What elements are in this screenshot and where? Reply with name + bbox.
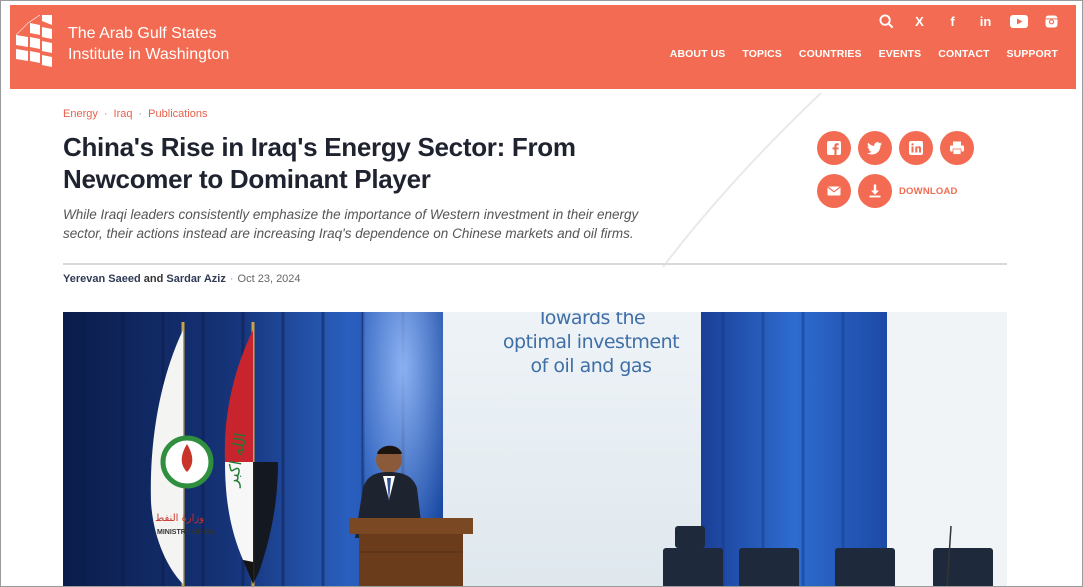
breadcrumb-separator: ·: [103, 108, 108, 120]
nav-countries[interactable]: COUNTRIES: [799, 48, 862, 60]
decorative-arc: [662, 92, 822, 268]
banner-line2: optimal investment: [502, 331, 680, 353]
byline-separator: ·: [229, 273, 234, 285]
page: The Arab Gulf States Institute in Washin…: [0, 0, 1083, 587]
twitter-share-icon: [867, 142, 882, 155]
print-button[interactable]: [940, 131, 974, 165]
nav-contact[interactable]: CONTACT: [938, 48, 989, 60]
facebook-share-icon: [827, 141, 841, 155]
twitter-share-button[interactable]: [858, 131, 892, 165]
site-title[interactable]: The Arab Gulf States Institute in Washin…: [68, 23, 229, 65]
linkedin-share-button[interactable]: [899, 131, 933, 165]
linkedin-icon[interactable]: in: [969, 10, 1002, 32]
breadcrumb-iraq[interactable]: Iraq: [114, 108, 133, 120]
download-button[interactable]: [858, 174, 892, 208]
breadcrumb-separator: ·: [138, 108, 143, 120]
nav-about-us[interactable]: ABOUT US: [670, 48, 726, 60]
article-subtitle: While Iraqi leaders consistently emphasi…: [63, 205, 703, 243]
article-subtitle-line1: While Iraqi leaders consistently emphasi…: [63, 207, 639, 222]
svg-text:وزارة النفط: وزارة النفط: [155, 513, 204, 524]
author-link[interactable]: Sardar Aziz: [166, 273, 226, 285]
breadcrumb: Energy · Iraq · Publications: [63, 108, 208, 120]
hero-image: الله اكبر وزارة النفط MINISTRY OF OIL To…: [63, 312, 1007, 586]
instagram-icon[interactable]: [1035, 10, 1068, 32]
byline: Yerevan Saeed and Sardar Aziz · Oct 23, 20…: [63, 273, 301, 285]
email-share-button[interactable]: [817, 174, 851, 208]
site-header: The Arab Gulf States Institute in Washin…: [10, 5, 1076, 89]
banner-line1: Towards the: [536, 312, 646, 329]
nav-events[interactable]: EVENTS: [879, 48, 922, 60]
article-subtitle-line2: sector, their actions instead are increa…: [63, 226, 634, 241]
site-title-line2: Institute in Washington: [68, 46, 230, 63]
article-title-line2: Newcomer to Dominant Player: [63, 164, 431, 194]
nav-support[interactable]: SUPPORT: [1007, 48, 1058, 60]
facebook-icon[interactable]: f: [936, 10, 969, 32]
article-title-line1: China's Rise in Iraq's Energy Sector: Fr…: [63, 132, 576, 162]
facebook-share-button[interactable]: [817, 131, 851, 165]
breadcrumb-energy[interactable]: Energy: [63, 108, 98, 120]
byline-and: and: [143, 273, 164, 285]
breadcrumb-publications[interactable]: Publications: [148, 108, 207, 120]
author-link[interactable]: Yerevan Saeed: [63, 273, 141, 285]
nav-topics[interactable]: TOPICS: [742, 48, 782, 60]
print-icon: [950, 141, 964, 155]
logo-icon[interactable]: [12, 11, 58, 75]
email-icon: [827, 186, 841, 196]
hero-banner-text: Towards the optimal investment of oil an…: [491, 312, 691, 378]
divider: [63, 263, 1007, 265]
banner-line3: of oil and gas: [530, 355, 652, 377]
search-icon[interactable]: [870, 10, 903, 32]
x-icon[interactable]: X: [903, 10, 936, 32]
download-label[interactable]: DOWNLOAD: [899, 186, 958, 197]
download-icon: [869, 184, 881, 198]
utility-icons: X f in: [870, 10, 1068, 32]
youtube-icon[interactable]: [1002, 10, 1035, 32]
main-nav: ABOUT US TOPICS COUNTRIES EVENTS CONTACT…: [670, 48, 1058, 60]
publish-date: Oct 23, 2024: [237, 273, 301, 285]
linkedin-share-icon: [909, 141, 923, 155]
site-title-line1: The Arab Gulf States: [68, 25, 217, 42]
flag-label: MINISTRY OF OIL: [157, 529, 216, 536]
article-title: China's Rise in Iraq's Energy Sector: Fr…: [63, 131, 683, 195]
